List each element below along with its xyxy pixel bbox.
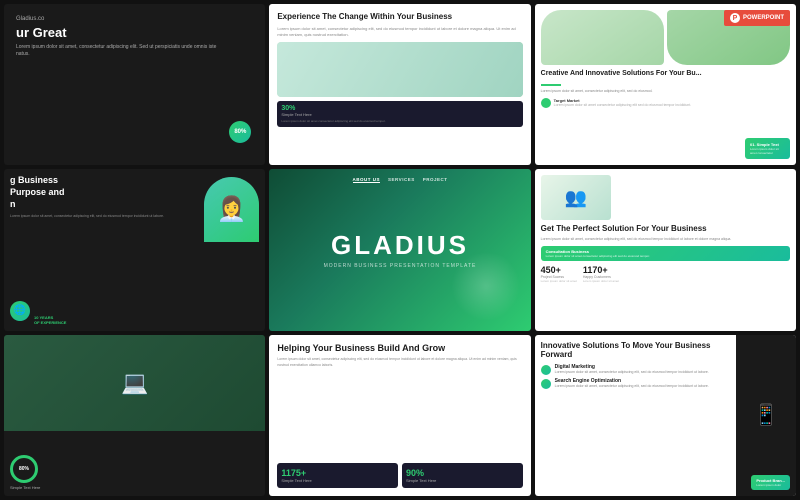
slide6-consult-body: Lorem ipsum dolor sit amet consectetur a… [546,254,785,258]
slide9-service1-icon [541,365,551,375]
slide2-stat-num: 30% [281,105,518,112]
slide7-circle-num: 80% [19,466,29,472]
slide9-service1-desc: Lorem ipsum dolor sit amet, consectetur … [555,370,709,375]
slide1-brand: Gladius.co [16,16,229,22]
slide4-globe-badge: 🌐 [10,301,30,321]
slide7-top-image [4,335,265,432]
slide6-stat2-num: 1170+ [583,265,619,275]
slide5-navbar: ABOUT US SERVICES PROJECT [269,177,530,183]
slide3-body: Lorem ipsum dolor sit amet, consectetur … [541,89,790,94]
slide1-partial-text: ur Great [16,25,229,41]
slide8-title: Helping Your Business Build And Grow [277,343,522,354]
slide2-image: 💻 [277,42,522,97]
slide9-service2: Search Engine Optimization Lorem ipsum d… [541,378,725,389]
slide6-stat1: 450+ Project Sucess Lorem ipsum dolor si… [541,265,577,283]
slide8-stat2-num: 90% [406,468,519,478]
slide2-stats: 30% Simple Text Here Lorem ipsum dolor s… [277,101,522,127]
powerpoint-label: POWERPOINT [743,15,784,21]
slide5-main-title: GLADIUS [331,230,469,261]
slide3-target-icon [541,98,551,108]
slide-8[interactable]: Helping Your Business Build And Grow Lor… [269,335,530,496]
slide2-stat-label: Simple Text Here [281,112,518,117]
slide6-stat2-desc: Lorem ipsum dolor sit amet [583,279,619,283]
slide3-title: Creative And Innovative Solutions For Yo… [541,70,790,78]
slide6-stats: 450+ Project Sucess Lorem ipsum dolor si… [541,265,790,283]
slide2-stat-desc: Lorem ipsum dolor sit amet consectetur a… [281,119,518,123]
slide9-product-desc: Lorem ipsum dolor [756,483,785,487]
slide1-body: Lorem ipsum dolor sit amet, consectetur … [16,44,229,58]
slide5-leaf-decoration [451,251,531,331]
slide-1[interactable]: Gladius.co ur Great Lorem ipsum dolor si… [4,4,265,165]
slide-3[interactable]: Creative And Innovative Solutions For Yo… [535,4,796,165]
slide8-stat2: 90% Simple Text Here [402,463,523,488]
nav-project[interactable]: PROJECT [423,177,448,183]
slide-4[interactable]: g BusinessPurpose andn Lorem ipsum dolor… [4,169,265,330]
slide6-body: Lorem ipsum dolor sit amet, consectetur … [541,237,790,242]
slide7-simple-label: Simple Text Here [10,485,259,490]
slide8-stat2-label: Simple Text Here [406,478,519,483]
slide9-title: Innovative Solutions To Move Your Busine… [541,341,725,360]
slide3-img1 [541,10,664,65]
slide3-target-row: Target Market Lorem ipsum dolor sit amet… [541,98,790,108]
slide4-image: 👩‍💼 [204,177,259,242]
slide8-stat1-num: 1175+ [281,468,394,478]
slide3-green-body: Lorem ipsum dolor sit amet consectetur [750,147,785,155]
slide6-stat1-desc: Lorem ipsum dolor sit amet [541,279,577,283]
slide9-services: Digital Marketing Lorem ipsum dolor sit … [541,364,725,389]
slide-2[interactable]: Experience The Change Within Your Busine… [269,4,530,165]
globe-icon: 🌐 [14,305,26,316]
slide1-badge: 80% [229,121,251,143]
slide2-title: Experience The Change Within Your Busine… [277,12,522,22]
slide6-team-image [541,175,611,220]
slide3-green-bar: 01. Simple Text Lorem ipsum dolor sit am… [745,138,790,159]
slide6-consult-bar: Consultation Business Lorem ipsum dolor … [541,246,790,261]
ppt-icon: P [730,13,740,23]
slide4-years: 10 YEARS OF EXPERIENCE [34,315,66,325]
slide2-stat-card: 30% Simple Text Here Lorem ipsum dolor s… [277,101,522,127]
slide-7[interactable]: 80% Simple Text Here [4,335,265,496]
nav-services[interactable]: SERVICES [388,177,415,183]
slides-grid: Gladius.co ur Great Lorem ipsum dolor si… [0,0,800,500]
slide7-bottom-stats: 80% Simple Text Here [10,455,259,490]
slide9-product-badge: Product Bran... Lorem ipsum dolor [751,475,790,490]
powerpoint-badge: P POWERPOINT [724,10,790,26]
slide3-divider [541,84,561,86]
nav-about[interactable]: ABOUT US [353,177,381,183]
slide7-circle: 80% [10,455,38,483]
slide9-service2-desc: Lorem ipsum dolor sit amet, consectetur … [555,384,709,389]
slide-6[interactable]: Get The Perfect Solution For Your Busine… [535,169,796,330]
slide4-body: Lorem ipsum dolor sit amet, consectetur … [10,214,200,219]
slide3-target-desc: Lorem ipsum dolor sit amet consectetur a… [554,103,692,107]
slide9-right-image [736,335,796,496]
slide4-title: g BusinessPurpose andn [10,175,200,210]
slide-5[interactable]: ABOUT US SERVICES PROJECT GLADIUS MODERN… [269,169,530,330]
slide9-service2-icon [541,379,551,389]
slide8-body: Lorem ipsum dolor sit amet, consectetur … [277,357,522,368]
slide8-stats: 1175+ Simple Text Here 90% Simple Text H… [277,463,522,488]
slide9-service1: Digital Marketing Lorem ipsum dolor sit … [541,364,725,375]
slide2-body: Lorem ipsum dolor sit amet, consectetur … [277,26,522,38]
slide1-badge-text: 80% [234,129,246,135]
slide8-stat1-label: Simple Text Here [281,478,394,483]
ppt-letter: P [733,15,738,22]
slide6-stat2: 1170+ Happy Customers Lorem ipsum dolor … [583,265,619,283]
slide-9[interactable]: Innovative Solutions To Move Your Busine… [535,335,796,496]
slide6-title: Get The Perfect Solution For Your Busine… [541,224,790,234]
slide6-stat1-num: 450+ [541,265,577,275]
slide8-stat1: 1175+ Simple Text Here [277,463,398,488]
